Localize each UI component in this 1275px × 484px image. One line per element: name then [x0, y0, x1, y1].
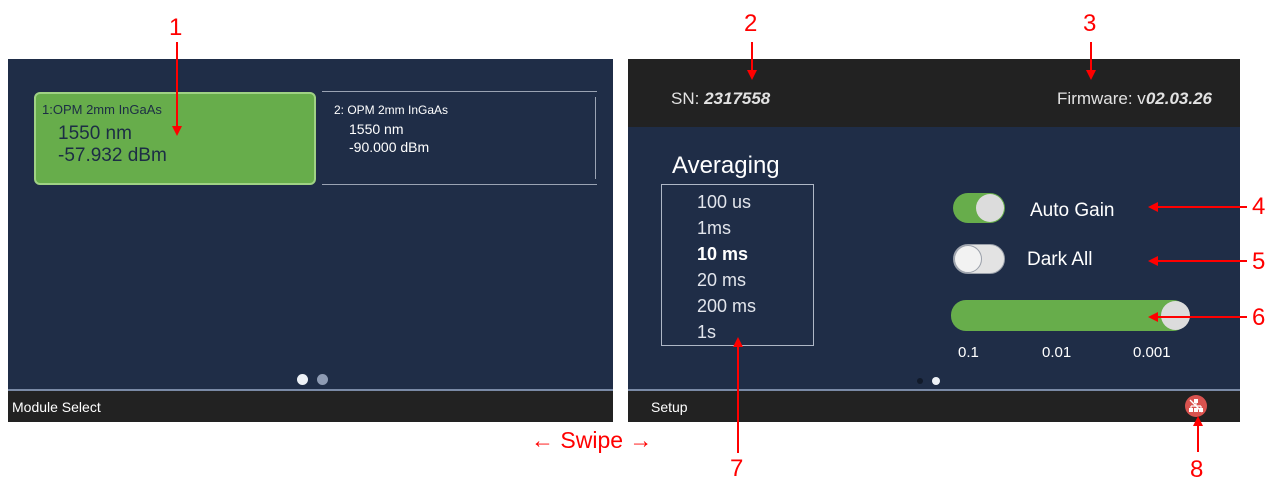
annotation-number-5: 5 — [1252, 248, 1266, 275]
annotation-arrows — [172, 42, 1247, 453]
annotation-number-7: 7 — [730, 455, 744, 482]
annotation-number-3: 3 — [1083, 10, 1097, 37]
annotation-number-1: 1 — [169, 14, 183, 41]
swipe-hint: ← Swipe → — [531, 427, 653, 453]
annotation-number-2: 2 — [744, 10, 758, 37]
annotation-number-6: 6 — [1252, 304, 1266, 331]
annotation-number-4: 4 — [1252, 193, 1266, 220]
annotation-number-8: 8 — [1190, 456, 1204, 483]
